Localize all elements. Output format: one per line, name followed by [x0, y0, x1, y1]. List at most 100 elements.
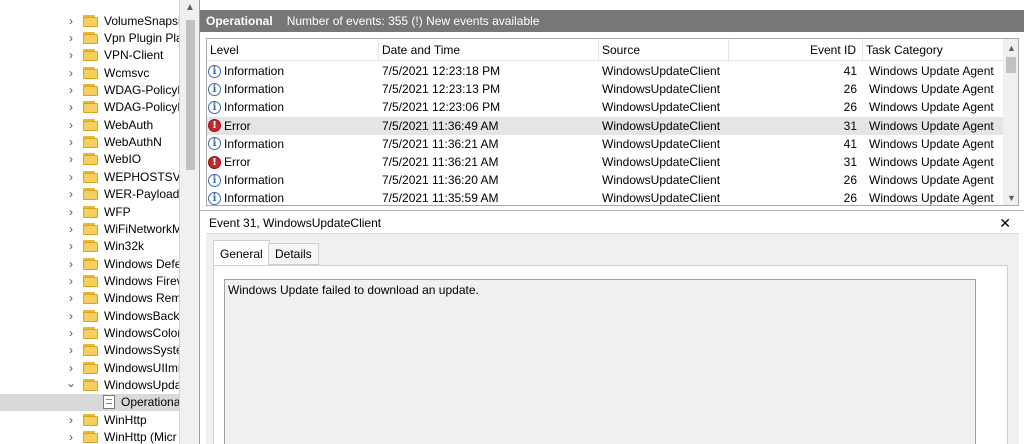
cell-event-id: 26 [843, 191, 857, 206]
folder-icon [83, 379, 98, 392]
tree-item[interactable]: › WindowsSyste [0, 342, 179, 359]
close-icon[interactable]: ✕ [999, 215, 1011, 232]
chevron-right-icon[interactable]: › [66, 206, 76, 218]
table-row[interactable]: i Information 7/5/2021 11:36:20 AM WindowsU… [207, 171, 1003, 189]
table-row[interactable]: i Information 7/5/2021 12:23:06 PM WindowsU… [207, 98, 1003, 116]
scroll-down-icon[interactable]: ▼ [1007, 193, 1016, 203]
chevron-right-icon[interactable]: › [66, 119, 76, 131]
tree-item[interactable]: › Windows Defe [0, 255, 179, 272]
tree-item[interactable]: › WiFiNetworkM [0, 220, 180, 237]
tree-item[interactable]: › WER-PayloadH [0, 186, 179, 203]
tree-item[interactable]: › VolumeSnapsh [0, 12, 179, 29]
tree-item[interactable]: › Win32k [0, 238, 179, 255]
scroll-up-icon[interactable]: ▲ [1007, 43, 1016, 53]
cell-event-id: 41 [843, 136, 857, 151]
information-icon: i [208, 191, 221, 205]
column-header-task-category[interactable]: Task Category [863, 39, 1003, 61]
tree-item[interactable]: › WinHttp [0, 411, 179, 428]
column-header-source[interactable]: Source [599, 39, 729, 61]
tree-item-label: WiFiNetworkM [104, 221, 180, 236]
chevron-right-icon[interactable]: › [66, 344, 76, 356]
chevron-right-icon[interactable]: › [66, 223, 76, 235]
tree-item[interactable]: › WEPHOSTSVC [0, 168, 179, 185]
chevron-right-icon[interactable]: › [66, 67, 76, 79]
table-row[interactable]: i Information 7/5/2021 11:35:59 AM WindowsU… [207, 189, 1003, 206]
chevron-right-icon[interactable]: › [66, 327, 76, 339]
tree-item[interactable]: › WindowsColor [0, 324, 179, 341]
tree-item[interactable]: › WebAuth [0, 116, 179, 133]
chevron-right-icon[interactable]: › [66, 240, 76, 252]
chevron-right-icon[interactable]: › [66, 15, 76, 27]
cell-date-time: 7/5/2021 11:36:20 AM [382, 173, 499, 188]
cell-event-id: 26 [843, 100, 857, 115]
chevron-right-icon[interactable]: › [66, 136, 76, 148]
level-text: Information [224, 173, 285, 188]
column-header-date-time[interactable]: Date and Time [379, 39, 599, 61]
table-scroll-thumb[interactable] [1006, 57, 1016, 73]
chevron-right-icon[interactable]: › [66, 153, 76, 165]
chevron-right-icon[interactable]: › [66, 49, 76, 61]
tree-item-label: Windows Rem [104, 291, 180, 306]
level-text: Error [224, 118, 251, 133]
tree-item[interactable]: › WebIO [0, 151, 179, 168]
chevron-right-icon[interactable]: › [66, 258, 76, 270]
tree-item[interactable]: › Vpn Plugin Pla [0, 29, 179, 46]
chevron-right-icon[interactable]: › [66, 310, 76, 322]
chevron-right-icon[interactable]: › [66, 171, 76, 183]
chevron-right-icon[interactable]: › [66, 188, 76, 200]
table-row[interactable]: ! Error 7/5/2021 11:36:49 AM WindowsUpdateC… [207, 116, 1003, 135]
tree-item[interactable]: › WinHttp (Micr [0, 428, 179, 444]
chevron-right-icon[interactable]: › [66, 84, 76, 96]
tree-item[interactable]: › Wcmsvc [0, 64, 179, 81]
cell-event-id: 41 [843, 64, 857, 78]
chevron-right-icon[interactable]: › [66, 292, 76, 304]
cell-source: WindowsUpdateClient [602, 191, 721, 206]
scroll-up-icon[interactable]: ▲ [185, 2, 195, 13]
tab-details[interactable]: Details [268, 243, 319, 265]
chevron-right-icon[interactable]: › [66, 362, 76, 374]
tree-item[interactable]: Operational [0, 393, 180, 412]
tree-item[interactable]: › WFP [0, 203, 179, 220]
chevron-right-icon[interactable]: › [66, 431, 76, 443]
column-header-event-id[interactable]: Event ID [729, 39, 863, 61]
tree-scrollbar[interactable]: ▲ [182, 0, 199, 444]
table-row[interactable]: i Information 7/5/2021 12:23:13 PM WindowsU… [207, 80, 1003, 98]
table-row[interactable]: i Information 7/5/2021 11:36:21 AM WindowsU… [207, 135, 1003, 153]
chevron-right-icon[interactable]: › [66, 414, 76, 426]
event-details-title: Event 31, WindowsUpdateClient [209, 216, 382, 230]
table-header: Level Date and Time Source Event ID Task… [207, 39, 1003, 61]
folder-icon [83, 344, 98, 357]
table-row[interactable]: i Information 7/5/2021 12:23:18 PM WindowsU… [207, 62, 1003, 80]
folder-icon [83, 136, 98, 149]
cell-date-time: 7/5/2021 11:36:21 AM [382, 136, 499, 151]
chevron-down-icon[interactable]: ⌄ [66, 377, 76, 389]
tree-item[interactable]: › WindowsBacku [0, 307, 179, 324]
tree-item[interactable]: ⌄ WindowsUpda [0, 376, 179, 393]
tree-item[interactable]: › WindowsUIImr [0, 359, 179, 376]
tree-scroll-thumb[interactable] [186, 20, 195, 170]
cell-event-id: 26 [843, 173, 857, 188]
cell-task-category: Windows Update Agent [869, 118, 994, 133]
chevron-right-icon[interactable]: › [66, 275, 76, 287]
column-header-level[interactable]: Level [207, 39, 379, 61]
tree-item[interactable]: › VPN-Client [0, 47, 179, 64]
tab-general[interactable]: General [213, 240, 270, 267]
event-description-box[interactable]: Windows Update failed to download an upd… [224, 279, 976, 444]
cell-date-time: 7/5/2021 12:23:06 PM [382, 100, 501, 115]
tree-item[interactable]: › WDAG-PolicyE [0, 81, 179, 98]
cell-date-time: 7/5/2021 12:23:13 PM [382, 82, 501, 97]
tree-item-label: Operational [121, 395, 180, 410]
tree-item[interactable]: › Windows Firev [0, 272, 179, 289]
table-scrollbar[interactable]: ▲ ▼ [1003, 39, 1018, 205]
tree-item[interactable]: › WebAuthN [0, 133, 179, 150]
table-row[interactable]: ! Error 7/5/2021 11:36:21 AM WindowsUpdateC… [207, 153, 1003, 171]
cell-level: i Information [208, 171, 378, 189]
cell-source: WindowsUpdateClient [602, 118, 721, 133]
chevron-right-icon[interactable]: › [66, 101, 76, 113]
cell-level: ! Error [208, 117, 378, 135]
information-icon: i [208, 82, 221, 96]
cell-level: i Information [208, 135, 378, 153]
chevron-right-icon[interactable]: › [66, 32, 76, 44]
tree-item[interactable]: › Windows Rem [0, 290, 180, 307]
tree-item[interactable]: › WDAG-PolicyE [0, 99, 179, 116]
